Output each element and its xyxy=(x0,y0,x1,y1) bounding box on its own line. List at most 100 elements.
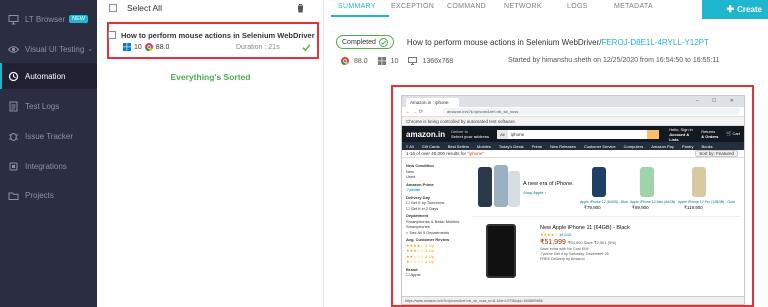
window-controls: – ☐ ✕ xyxy=(695,98,740,104)
product-details: Save extra with No Cost EMI ✓prime Get i… xyxy=(540,247,609,262)
tab-command[interactable]: COMMAND xyxy=(447,3,486,10)
amazon-nav-item: Gift Cards xyxy=(421,143,440,149)
sidebar-item-label: Integrations xyxy=(25,161,67,171)
test-duration: Duration : 21s xyxy=(236,44,280,51)
product-detail-line: FREE Delivery by Amazon xyxy=(540,257,585,261)
amazon-nav-item: Best Sellers xyxy=(447,143,470,149)
filter-item: ☐ Get It in 2 Days xyxy=(406,205,439,211)
amazon-nav-item: Pantry xyxy=(681,143,694,149)
amazon-nav-item: ≡ All xyxy=(406,143,414,149)
plug-icon xyxy=(8,161,19,172)
tab-summary[interactable]: SUMMARY xyxy=(338,3,376,10)
document-icon xyxy=(8,101,19,112)
filter-item: < See All 5 Departments xyxy=(406,229,450,235)
search-query: iphone xyxy=(507,129,648,139)
test-name-text: How to perform mouse actions in Selenium… xyxy=(406,37,602,47)
create-button[interactable]: ✚ Create xyxy=(702,0,768,19)
account-menu: Hello, Sign in Account & Lists xyxy=(669,127,697,142)
sidebar-item-label: Visual UI Testing xyxy=(25,44,85,54)
filter-item: ✓prime xyxy=(406,187,421,192)
banner-product-name: Apple iPhone 12 Mini (64GB) xyxy=(630,200,676,204)
banner-product-name: Apple iPhone 12 Pro (128GB) - Gold xyxy=(678,200,735,204)
test-item[interactable]: How to perform mouse actions in Selenium… xyxy=(107,22,319,59)
sidebar-item-label: Test Logs xyxy=(25,101,60,111)
account-line2: Account & Lists xyxy=(669,131,690,142)
chevron-down-icon: ⌄ xyxy=(87,46,94,53)
browser-address-bar: ← → ⟳ amazon.in/s?k=iphone&ref=nb_sb_nos… xyxy=(402,107,744,117)
select-all-label: Select All xyxy=(127,3,162,13)
sidebar-item-lt-browser[interactable]: LT Browser NEW xyxy=(0,6,97,32)
product-price: ₹51,999 ₹54,900 Save ₹2,901 (5%) xyxy=(540,238,616,246)
os-version: 10 xyxy=(390,57,399,65)
product-title: New Apple iPhone 11 (64GB) - Black xyxy=(540,225,630,231)
iphone-image xyxy=(592,167,606,197)
amazon-nav-item: Customer Service xyxy=(583,143,616,149)
browser-window: Amazon.in : iphone – ☐ ✕ ← → ⟳ amazon.in… xyxy=(401,95,745,305)
select-all-checkbox[interactable] xyxy=(109,4,117,12)
browser-tab: Amazon.in : iphone xyxy=(406,98,459,107)
tab-metadata[interactable]: METADATA xyxy=(614,3,653,10)
results-text: 1-16 of over 40,000 results for xyxy=(406,151,467,156)
sidebar-item-test-logs[interactable]: Test Logs xyxy=(0,93,97,119)
passed-check-icon xyxy=(302,44,311,52)
price-mrp: ₹54,900 Save ₹2,901 (5%) xyxy=(567,240,617,245)
nav-arrows-icon: ← → ⟳ xyxy=(406,108,423,115)
product-result: New Apple iPhone 11 (64GB) - Black ★★★★☆… xyxy=(472,222,740,282)
tab-network[interactable]: NETWORK xyxy=(504,3,542,10)
amazon-header: amazon.in Deliver to Select your address… xyxy=(402,126,744,142)
os-version: 10 xyxy=(134,43,142,51)
monitor-icon xyxy=(408,57,418,65)
test-screenshot[interactable]: Amazon.in : iphone – ☐ ✕ ← → ⟳ amazon.in… xyxy=(391,85,754,307)
status-row: Completed How to perform mouse actions i… xyxy=(336,35,709,49)
sidebar-item-label: Projects xyxy=(25,190,54,200)
chrome-icon xyxy=(144,43,153,51)
amazon-nav-item: Books xyxy=(701,143,713,149)
test-id-link[interactable]: FEROJ-D8E1L-4RYLL-Y12PT xyxy=(601,38,708,47)
filter-item: Used xyxy=(406,174,416,179)
browser-url: amazon.in/s?k=iphone&ref=nb_sb_noss xyxy=(442,108,740,115)
list-header: Select All xyxy=(97,0,324,16)
filter-sidebar: New Condition New Used Amazon Prime ✓prime De… xyxy=(406,161,468,278)
automation-dashboard: LT Browser NEW Visual UI Testing ⌄ Autom… xyxy=(0,0,768,307)
bug-icon xyxy=(8,131,19,142)
filter-item: ★☆☆☆☆ & Up xyxy=(406,259,434,264)
eye-icon xyxy=(8,44,19,55)
sidebar-item-visual-ui-testing[interactable]: Visual UI Testing ⌄ xyxy=(0,36,97,62)
sidebar-item-projects[interactable]: Projects xyxy=(0,182,97,208)
banner-price: ₹79,900 xyxy=(584,205,601,210)
iphone-image xyxy=(478,167,492,207)
test-detail-pane: SUMMARY EXCEPTION COMMAND NETWORK LOGS M… xyxy=(324,0,768,307)
sidebar-item-label: LT Browser xyxy=(25,14,66,24)
amazon-nav-item: Mobiles xyxy=(477,143,491,149)
create-button-label: Create xyxy=(737,5,762,14)
sidebar-item-integrations[interactable]: Integrations xyxy=(0,153,97,179)
browser-status-url: https://www.amazon.in/s?k=iphone&ref=nb_… xyxy=(402,296,744,304)
sidebar-item-label: Issue Tracker xyxy=(25,131,74,141)
plus-icon: ✚ xyxy=(726,4,735,14)
chrome-icon xyxy=(341,57,349,65)
sidebar: LT Browser NEW Visual UI Testing ⌄ Autom… xyxy=(0,0,97,307)
browser-version: 88.0 xyxy=(354,57,368,65)
returns-orders: Returns & Orders xyxy=(701,129,723,139)
tab-logs[interactable]: LOGS xyxy=(567,3,588,10)
sidebar-item-issue-tracker[interactable]: Issue Tracker xyxy=(0,123,97,149)
test-item-checkbox[interactable] xyxy=(108,31,116,39)
amazon-nav-item: Today's Deals xyxy=(498,143,524,149)
returns-line2: & Orders xyxy=(701,134,719,139)
banner-tagline: A new era of iPhone. xyxy=(523,181,574,187)
trash-icon[interactable] xyxy=(296,3,305,13)
new-badge: NEW xyxy=(69,15,89,23)
tab-exception[interactable]: EXCEPTION xyxy=(391,3,434,10)
results-query: "iphone" xyxy=(467,151,485,156)
cart-label: Cart xyxy=(732,131,740,136)
monitor-icon xyxy=(8,14,19,25)
price-value: ₹51,999 xyxy=(540,239,566,246)
rating-stars: ★★★★☆ xyxy=(540,232,558,237)
iphone-image xyxy=(640,167,654,197)
check-circle-icon xyxy=(378,37,388,47)
sort-dropdown: Sort by: Featured xyxy=(695,150,738,157)
apple-banner: A new era of iPhone. Shop Apple › Apple … xyxy=(472,161,740,217)
amazon-nav-item: Prime xyxy=(531,143,543,149)
rating-count: 15,010 xyxy=(559,232,572,237)
sidebar-item-automation[interactable]: Automation xyxy=(0,63,97,89)
